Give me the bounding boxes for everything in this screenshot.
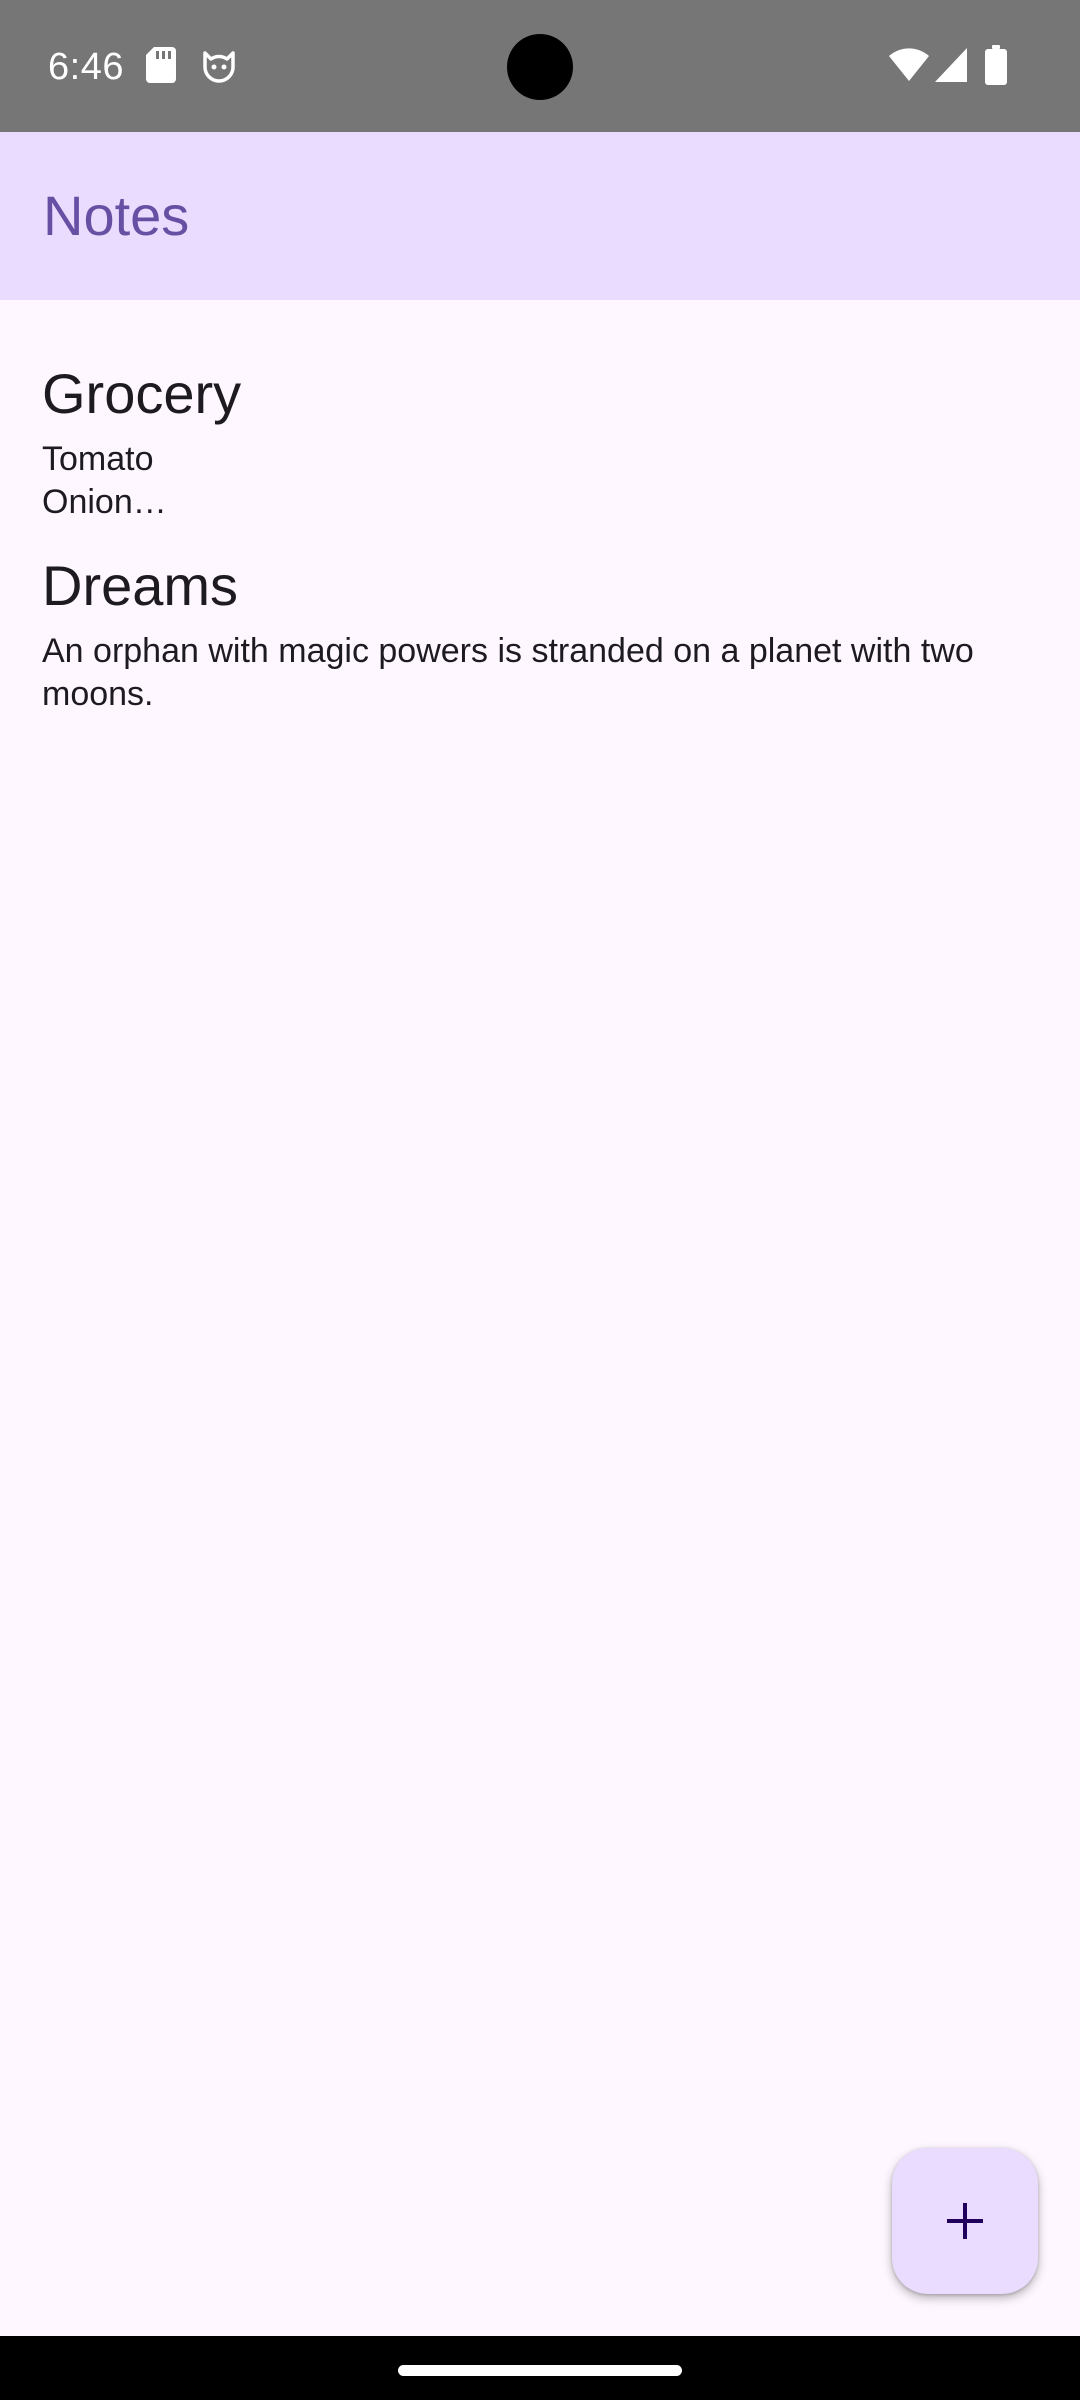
page-title: Notes xyxy=(43,184,190,247)
cell-signal-icon xyxy=(935,48,967,82)
status-bar: 6:46 xyxy=(0,0,1080,132)
battery-icon xyxy=(985,45,1007,85)
note-preview: An orphan with magic powers is stranded … xyxy=(42,632,974,713)
app-bar: Notes xyxy=(0,132,1080,300)
note-item-dreams[interactable]: Dreams An orphan with magic powers is st… xyxy=(0,552,1080,716)
camera-cutout xyxy=(507,34,573,100)
status-time: 6:46 xyxy=(48,46,124,88)
note-title: Dreams xyxy=(42,554,239,617)
cat-notification-icon xyxy=(203,51,235,83)
add-note-button[interactable] xyxy=(892,2148,1038,2294)
navigation-bar xyxy=(0,2336,1080,2400)
wifi-icon xyxy=(889,48,929,81)
home-indicator[interactable] xyxy=(398,2365,682,2376)
plus-icon xyxy=(947,2203,983,2239)
note-item-grocery[interactable]: Grocery Tomato Onion… xyxy=(0,360,1080,524)
note-title: Grocery xyxy=(42,362,242,425)
sd-card-icon xyxy=(146,47,176,83)
note-preview: Tomato Onion… xyxy=(42,440,167,521)
